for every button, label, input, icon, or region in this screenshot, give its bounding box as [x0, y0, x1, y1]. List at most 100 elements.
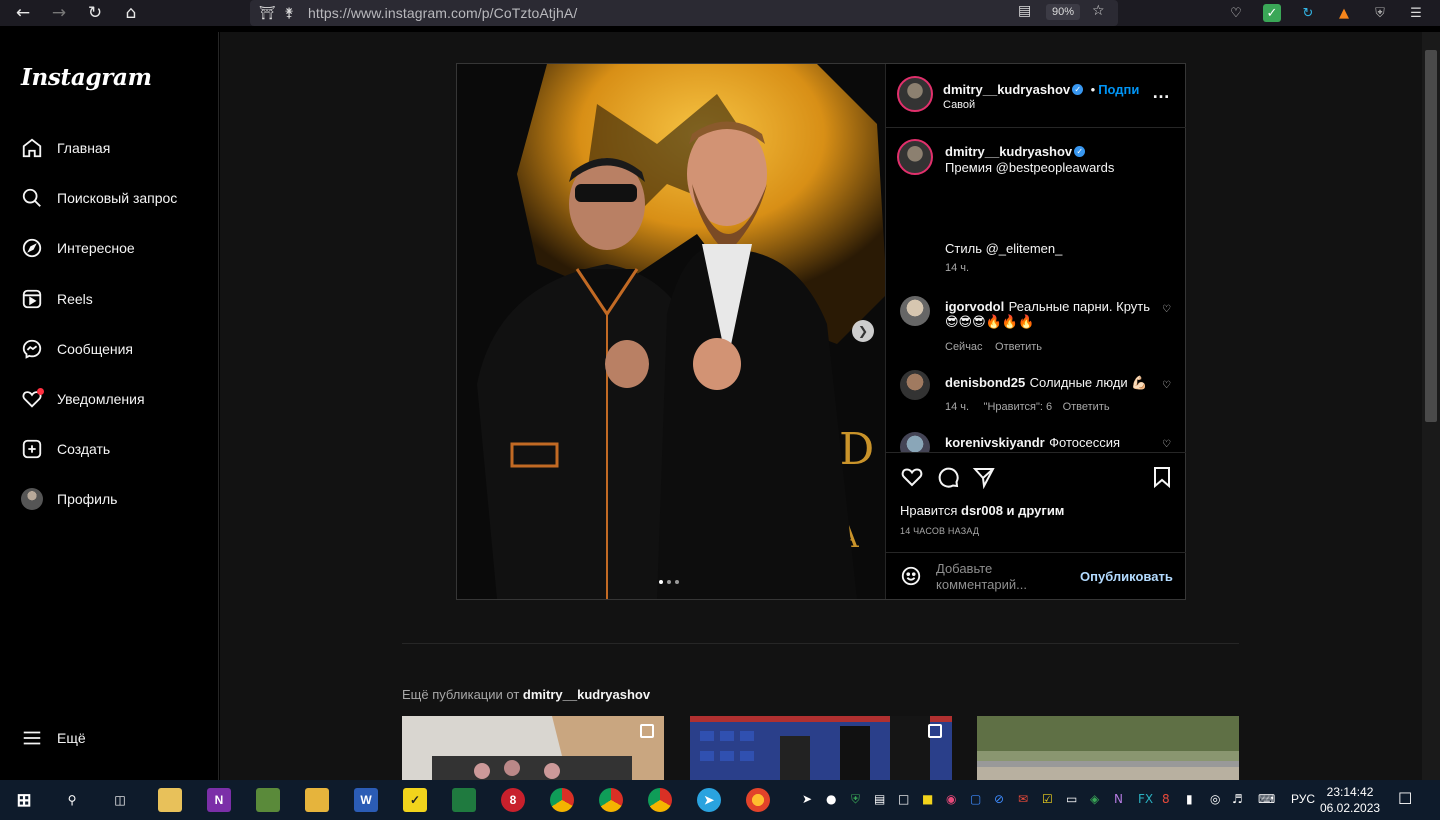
sidebar-item-search[interactable]: Поисковый запрос — [20, 185, 177, 211]
sidebar-item-profile[interactable]: Профиль — [20, 486, 117, 512]
caption-line-1: Премия @bestpeopleawards — [945, 160, 1115, 175]
shield-icon[interactable]: ⛩ — [256, 6, 278, 21]
volume-icon[interactable]: ♬ — [1232, 792, 1243, 806]
adguard-icon[interactable]: ✓ — [1263, 4, 1281, 22]
tray-app-icon[interactable]: ● — [826, 792, 836, 806]
caption-username[interactable]: dmitry__kudryashov — [945, 144, 1072, 159]
save-bookmark-icon[interactable] — [1150, 465, 1174, 489]
input-language[interactable]: РУС — [1291, 792, 1315, 806]
likes-count[interactable]: "Нравится": 6 — [984, 401, 1053, 413]
search-taskbar-icon[interactable]: ⚲ — [60, 788, 84, 812]
author-avatar[interactable] — [897, 76, 933, 112]
notepad-icon[interactable] — [158, 788, 182, 812]
privacy-shield-icon[interactable]: ⛨ — [1371, 4, 1389, 22]
more-options-icon[interactable]: … — [1152, 82, 1171, 103]
grid-post-thumbnail[interactable] — [402, 716, 664, 780]
comment-like-icon[interactable]: ♡ — [1162, 439, 1171, 451]
commenter-avatar[interactable] — [900, 296, 930, 326]
like-icon[interactable] — [900, 465, 924, 489]
sidebar-item-create[interactable]: Создать — [20, 436, 110, 462]
reply-link[interactable]: Ответить — [995, 341, 1042, 353]
extension-icon[interactable]: ↻ — [1299, 4, 1317, 22]
caption-avatar[interactable] — [897, 139, 933, 175]
chrome-icon[interactable] — [550, 788, 574, 812]
onenote-icon[interactable]: N — [207, 788, 231, 812]
sticky-notes-icon[interactable]: ✓ — [403, 788, 427, 812]
wifi-icon[interactable]: ◎ — [1210, 792, 1220, 806]
address-bar[interactable]: ⛩ ⚵ https://www.instagram.com/p/CoTztoAt… — [250, 0, 1118, 26]
forward-icon[interactable]: → — [44, 0, 74, 26]
sidebar-item-messages[interactable]: Сообщения — [20, 336, 133, 362]
task-view-icon[interactable]: ◫ — [108, 788, 132, 812]
commenter-avatar[interactable] — [900, 370, 930, 400]
keyboard-icon[interactable]: ⌨ — [1258, 792, 1275, 806]
scrollbar-thumb[interactable] — [1425, 50, 1437, 422]
comment-like-icon[interactable]: ♡ — [1162, 380, 1171, 391]
back-icon[interactable]: ← — [8, 0, 38, 26]
onenote-tray-icon[interactable]: N — [1114, 792, 1123, 806]
comment-input[interactable]: Добавьте комментарий... — [936, 561, 1056, 593]
commenter-avatar[interactable] — [900, 432, 930, 452]
sidebar-item-reels[interactable]: Reels — [20, 286, 93, 312]
reload-icon[interactable]: ↻ — [80, 0, 110, 26]
comment-icon[interactable] — [936, 465, 960, 489]
network-app-tray-icon[interactable]: ◈ — [1090, 792, 1099, 806]
fx-tray-icon[interactable]: FX — [1138, 792, 1153, 806]
post-photo[interactable]: A D ❯ — [457, 64, 885, 599]
page-scrollbar[interactable] — [1422, 32, 1440, 780]
mail-tray-icon[interactable]: ✉ — [1018, 792, 1028, 806]
record-tray-icon[interactable]: ◉ — [946, 792, 956, 806]
sidebar-item-home[interactable]: Главная — [20, 135, 110, 161]
check-tray-icon[interactable]: ☑ — [1042, 792, 1053, 806]
next-image-button[interactable]: ❯ — [852, 320, 874, 342]
share-icon[interactable] — [972, 465, 996, 490]
system-clock[interactable]: 23:14:42 06.02.2023 — [1320, 784, 1380, 816]
sidebar-item-explore[interactable]: Интересное — [20, 235, 135, 261]
firefox-icon[interactable] — [746, 788, 770, 812]
grid-post-thumbnail[interactable] — [690, 716, 952, 780]
clock-date: 06.02.2023 — [1320, 801, 1381, 815]
menu-icon[interactable]: ☰ — [1407, 4, 1425, 22]
window-tray-icon[interactable]: ▭ — [1066, 792, 1077, 806]
excel-sheets-icon[interactable] — [452, 788, 476, 812]
url-text[interactable]: https://www.instagram.com/p/CoTztoAtjhA/ — [308, 5, 577, 21]
reply-link[interactable]: Ответить — [1063, 401, 1110, 413]
app-8-tray-icon[interactable]: 8 — [1162, 792, 1170, 806]
instagram-logo[interactable]: Instagram — [21, 64, 152, 91]
notes-app-icon[interactable] — [256, 788, 280, 812]
reader-view-icon[interactable]: ▤ — [1018, 3, 1031, 19]
notes-tray-icon[interactable]: ■ — [922, 792, 933, 806]
chrome-profile-icon[interactable] — [599, 788, 623, 812]
screenshot-tray-icon[interactable]: ▢ — [970, 792, 981, 806]
liker-username[interactable]: dsr008 — [961, 503, 1003, 518]
bookmark-star-icon[interactable]: ☆ — [1092, 3, 1105, 19]
author-username[interactable]: dmitry__kudryashov — [943, 82, 1070, 97]
notification-center-icon[interactable]: ☐ — [1398, 789, 1412, 808]
monitor-tray-icon[interactable]: ▤ — [874, 792, 885, 806]
grid-post-thumbnail[interactable] — [977, 716, 1239, 780]
pocket-icon[interactable]: ♡ — [1227, 4, 1245, 22]
block-tray-icon[interactable]: ⊘ — [994, 792, 1004, 806]
app-8-icon[interactable]: 8 — [501, 788, 525, 812]
windows-start-icon[interactable]: ⊞ — [12, 788, 36, 812]
comment-like-icon[interactable]: ♡ — [1162, 304, 1171, 315]
more-posts-username[interactable]: dmitry__kudryashov — [523, 687, 650, 702]
telegram-tray-icon[interactable]: ➤ — [802, 792, 812, 806]
emoji-icon[interactable] — [900, 565, 922, 592]
home-browser-icon[interactable]: ⌂ — [116, 0, 146, 26]
follow-button[interactable]: Подпи — [1098, 82, 1139, 97]
shield-tray-icon[interactable]: ⛨ — [851, 792, 860, 807]
document-tray-icon[interactable]: □ — [898, 792, 909, 806]
post-location[interactable]: Савой — [943, 99, 975, 111]
telegram-icon[interactable]: ➤ — [697, 788, 721, 812]
lock-icon[interactable]: ⚵ — [278, 6, 300, 21]
publish-button[interactable]: Опубликовать — [1080, 569, 1173, 584]
chrome-profile-2-icon[interactable] — [648, 788, 672, 812]
word-icon[interactable]: W — [354, 788, 378, 812]
sidebar-item-notifications[interactable]: Уведомления — [20, 386, 145, 412]
sidebar-item-more[interactable]: Ещё — [20, 725, 86, 751]
zoom-level[interactable]: 90% — [1046, 4, 1081, 20]
battery-tray-icon[interactable]: ▮ — [1186, 792, 1193, 806]
file-explorer-icon[interactable] — [305, 788, 329, 812]
metamask-icon[interactable]: ▲ — [1335, 4, 1353, 22]
